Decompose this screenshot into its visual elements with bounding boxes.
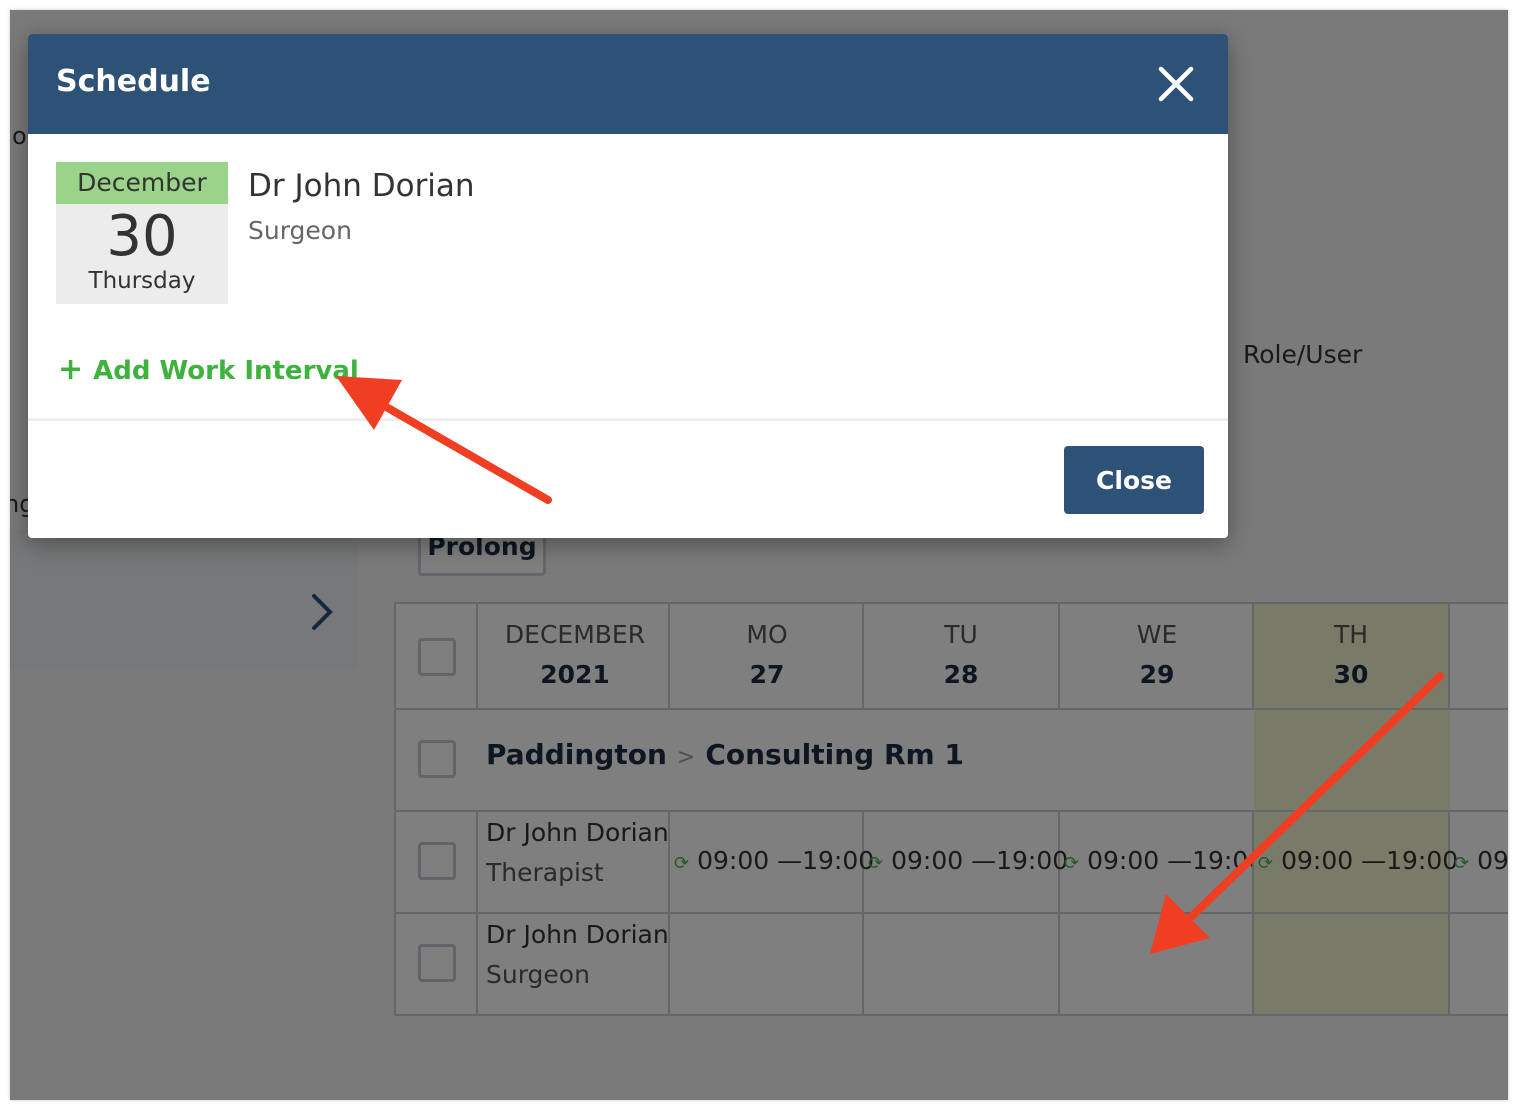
add-work-interval-button[interactable]: + Add Work Interval (58, 352, 359, 387)
person-name: Dr John Dorian (248, 168, 475, 204)
modal-title: Schedule (56, 64, 211, 99)
person-role: Surgeon (248, 216, 352, 245)
add-work-interval-label: Add Work Interval (93, 356, 359, 386)
date-month: December (56, 162, 228, 204)
close-button[interactable]: Close (1064, 446, 1204, 514)
date-tile: December 30 Thursday (56, 162, 228, 304)
close-icon[interactable] (1152, 60, 1200, 108)
modal-divider (28, 418, 1228, 421)
screenshot-frame: o ng Role/User Prolong DECEMBER 2021 MO … (10, 10, 1508, 1100)
plus-icon: + (58, 352, 84, 387)
modal-header: Schedule (28, 34, 1228, 134)
schedule-modal: Schedule December 30 Thursday Dr John Do… (28, 34, 1228, 538)
date-weekday: Thursday (88, 268, 196, 294)
date-day: 30 (106, 204, 178, 269)
